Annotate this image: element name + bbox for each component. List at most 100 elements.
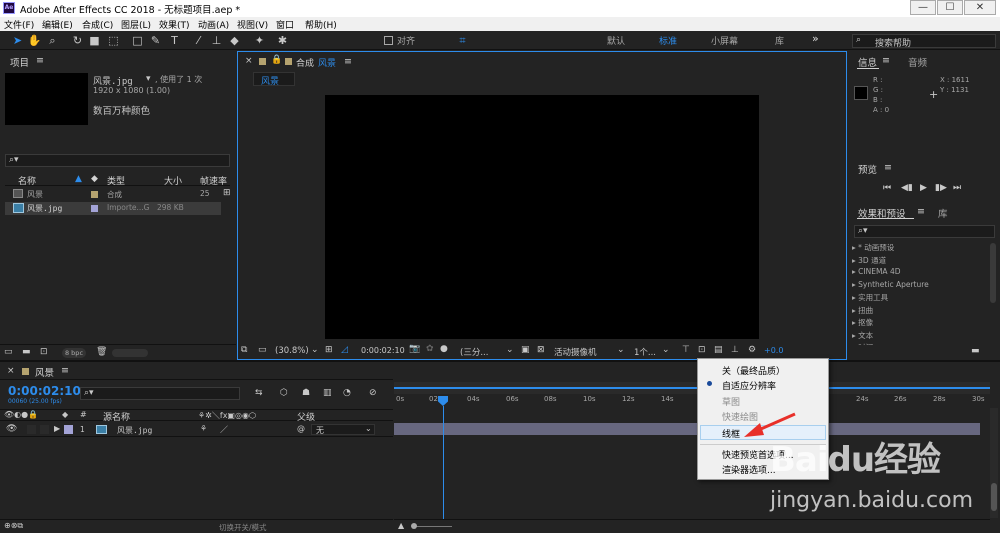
workspace-library[interactable]: 库 [775,34,784,47]
shy-switch-icon[interactable]: ⚘ [200,424,207,433]
project-panel-menu-icon[interactable]: ≡ [36,55,44,66]
parent-dropdown[interactable]: 无 ⌄ [311,424,375,435]
viewer-timecode[interactable]: 0:00:02:10 [361,346,405,355]
play-icon[interactable]: ▶ [920,183,927,193]
camera-tool-icon[interactable]: ■ [87,33,102,48]
type-tool-icon[interactable]: T [167,33,182,48]
list-item[interactable]: ▸ 扭曲 [852,305,873,316]
list-item[interactable]: ▸ 文本 [852,330,873,341]
list-item[interactable]: ▸ Synthetic Aperture [852,280,929,289]
toggle-panes-icon[interactable]: ⊕⊗⧉ [4,521,23,531]
zoom-tool-icon[interactable]: ⌕ [45,33,60,48]
zoom-dropdown[interactable]: (30.8%) [275,346,309,356]
sort-ascending-icon[interactable]: ▲ [75,174,82,184]
align-checkbox[interactable] [384,36,393,45]
resolution-dropdown[interactable]: (三分... [460,346,488,358]
list-item[interactable]: ▸ 时间 [852,342,873,345]
menu-file[interactable]: 文件(F) [4,18,34,31]
solo-toggle[interactable] [27,425,36,434]
timeline-scroll-thumb[interactable] [991,483,997,511]
clone-stamp-tool-icon[interactable]: ⊥ [209,33,224,48]
close-timeline-tab-icon[interactable]: × [7,366,15,376]
timeline-comp-name[interactable]: 风景 [35,365,54,379]
interpret-footage-icon[interactable]: ▭ [4,347,13,357]
monitor-icon[interactable]: ▭ [258,345,267,355]
previous-frame-icon[interactable]: ◀▮ [901,183,913,193]
info-tab[interactable]: 信息 [858,55,877,69]
menu-item-wireframe[interactable]: 线框 [722,427,740,440]
column-size[interactable]: 大小 [164,174,182,187]
comp-mini-flowchart-icon[interactable]: ⇆ [255,388,263,398]
comp-tab-name[interactable]: 风景 [318,56,336,69]
shy-layers-icon[interactable]: ☗ [302,388,310,398]
show-snapshot-icon[interactable]: ✿ [426,344,434,354]
first-frame-icon[interactable]: ⏮ [883,183,891,193]
timeline-icon[interactable]: ▤ [714,345,723,355]
graph-editor-icon[interactable]: ⊘ [369,388,377,398]
selected-item-dropdown-icon[interactable]: ▾ [146,74,151,84]
region-of-interest-icon[interactable]: ▣ [521,345,530,355]
selection-tool-icon[interactable]: ➤ [10,33,25,48]
flowchart-icon[interactable]: ⊥ [731,345,739,355]
next-frame-icon[interactable]: ▮▶ [935,183,947,193]
eraser-tool-icon[interactable]: ◆ [227,33,242,48]
number-column-icon[interactable]: # [80,410,87,419]
delete-icon[interactable]: 🗑 [96,347,107,357]
label-color-swatch[interactable] [91,191,98,198]
menu-window[interactable]: 窗口 [276,18,294,31]
av-features-icon[interactable]: 👁◐●🔒 [4,410,38,419]
menu-item-adaptive-resolution[interactable]: 自适应分辨率 [722,379,776,392]
column-parent[interactable]: 父级 [297,410,315,423]
camera-dropdown[interactable]: 活动摄像机 [554,346,597,358]
effects-panel-menu-icon[interactable]: ≡ [917,206,925,217]
project-search-input[interactable]: ⌕▾ [5,154,230,167]
preview-panel-menu-icon[interactable]: ≡ [884,162,892,173]
new-folder-icon[interactable]: ▬ [22,347,31,357]
menu-effect[interactable]: 效果(T) [159,18,190,31]
roto-brush-tool-icon[interactable]: ✦ [252,33,267,48]
menu-layer[interactable]: 图层(L) [121,18,151,31]
timeline-menu-icon[interactable]: ≡ [61,365,69,376]
library-tab[interactable]: 库 [938,206,948,220]
menu-composition[interactable]: 合成(C) [82,18,113,31]
comp-sub-tab[interactable]: 风景 [253,72,295,87]
label-color-swatch[interactable] [91,205,98,212]
column-source-name[interactable]: 源名称 [103,410,130,423]
hand-tool-icon[interactable]: ✋ [27,33,42,48]
menu-item-final-quality[interactable]: 关（最终品质） [722,364,785,377]
motion-blur-icon[interactable]: ◔ [343,388,351,398]
preview-title[interactable]: 预览 [858,162,877,176]
expand-layer-icon[interactable]: ▶ [54,424,60,433]
timeline-zoom-slider[interactable] [412,526,452,527]
table-row[interactable]: 风景.jpg Importe...G 298 KB [5,202,221,215]
always-preview-icon[interactable]: ⧉ [241,345,247,355]
last-frame-icon[interactable]: ⏭ [953,183,961,193]
mask-visibility-icon[interactable]: ◿ [341,345,348,355]
channel-icon[interactable]: ● [440,344,448,354]
comp-panel-menu-icon[interactable]: ≡ [344,56,352,67]
switch-mode-toggle[interactable]: 切换开关/模式 [219,522,267,533]
views-dropdown[interactable]: 1个... [634,346,656,358]
snap-icon[interactable]: ⌗ [455,33,470,48]
work-area-bar[interactable] [394,382,990,394]
composition-viewer[interactable] [325,95,759,339]
close-button[interactable]: ✕ [964,0,996,15]
time-ruler[interactable]: 0s 02s 04s 06s 08s 10s 12s 14s 24s 26s 2… [394,395,990,407]
frame-blending-icon[interactable]: ▥ [323,388,332,398]
menu-item-draft[interactable]: 草图 [722,395,740,408]
workspace-more-button[interactable]: » [812,32,819,45]
bpc-button[interactable]: 8 bpc [62,348,86,358]
flowchart-icon[interactable]: ⊞ [223,188,231,198]
label-column-icon[interactable]: ◆ [62,410,68,419]
zoom-out-icon[interactable]: ▲ [398,521,404,530]
list-item[interactable]: ▸ * 动画预设 [852,242,894,253]
fast-previews-icon[interactable]: ⊡ [698,345,706,355]
minimize-button[interactable]: — [910,0,936,15]
timeline-timecode[interactable]: 0:00:02:10 [8,384,81,398]
visibility-eye-icon[interactable]: 👁 [6,424,17,434]
workspace-small-screen[interactable]: 小屏幕 [711,34,738,47]
layer-label-swatch[interactable] [64,425,73,434]
menu-item-renderer-options[interactable]: 渲染器选项... [722,463,776,476]
quality-switch-icon[interactable]: ／ [220,424,228,435]
reset-exposure-icon[interactable]: ⚙ [748,345,756,355]
